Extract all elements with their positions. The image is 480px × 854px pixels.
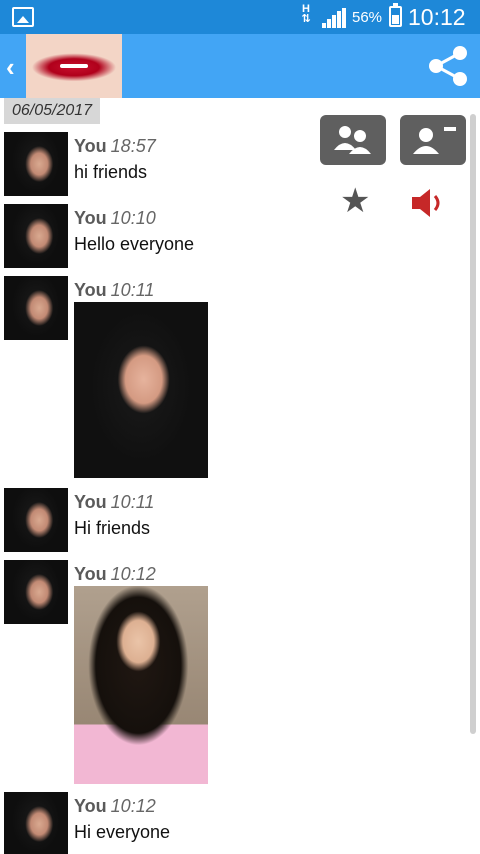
avatar[interactable] (4, 276, 68, 340)
message-header: You 10:10 (74, 208, 156, 228)
message-text: hi friends (74, 162, 148, 182)
app-bar: ‹ (0, 34, 480, 98)
message-header: You 10:11 (74, 492, 155, 512)
battery-icon (389, 3, 402, 27)
contact-avatar[interactable] (26, 34, 122, 98)
message-text: Hello everyone (74, 234, 195, 254)
avatar[interactable] (4, 488, 68, 552)
battery-percent: 56% (352, 9, 383, 26)
status-time: 10:12 (408, 4, 466, 30)
group-contact-button[interactable] (320, 115, 386, 165)
signal-icon (322, 8, 346, 28)
message-photo[interactable] (74, 586, 208, 784)
remove-contact-icon (413, 127, 456, 154)
gallery-icon (12, 7, 34, 27)
message-header: You 10:12 (74, 564, 156, 584)
group-contact-icon (334, 126, 371, 154)
message-header: You 10:11 (74, 280, 155, 300)
avatar[interactable] (4, 132, 68, 196)
scrollbar[interactable] (470, 114, 476, 734)
star-icon[interactable]: ★ (340, 184, 370, 218)
message-header: You 10:12 (74, 796, 156, 816)
share-icon[interactable] (424, 42, 472, 90)
status-bar: H ⇅ 56% 10:12 (0, 0, 480, 34)
avatar[interactable] (4, 560, 68, 624)
avatar[interactable] (4, 204, 68, 268)
remove-contact-button[interactable] (400, 115, 466, 165)
date-label: 06/05/2017 (4, 98, 100, 124)
message-text: Hi everyone (74, 822, 171, 842)
speaker-icon[interactable] (410, 186, 446, 220)
chevron-left-icon[interactable]: ‹ (6, 52, 15, 83)
message-header: You 18:57 (74, 136, 156, 156)
network-type: H ⇅ (301, 3, 311, 25)
message-photo[interactable] (74, 302, 208, 478)
avatar[interactable] (4, 792, 68, 854)
message-text: Hi friends (74, 518, 151, 538)
